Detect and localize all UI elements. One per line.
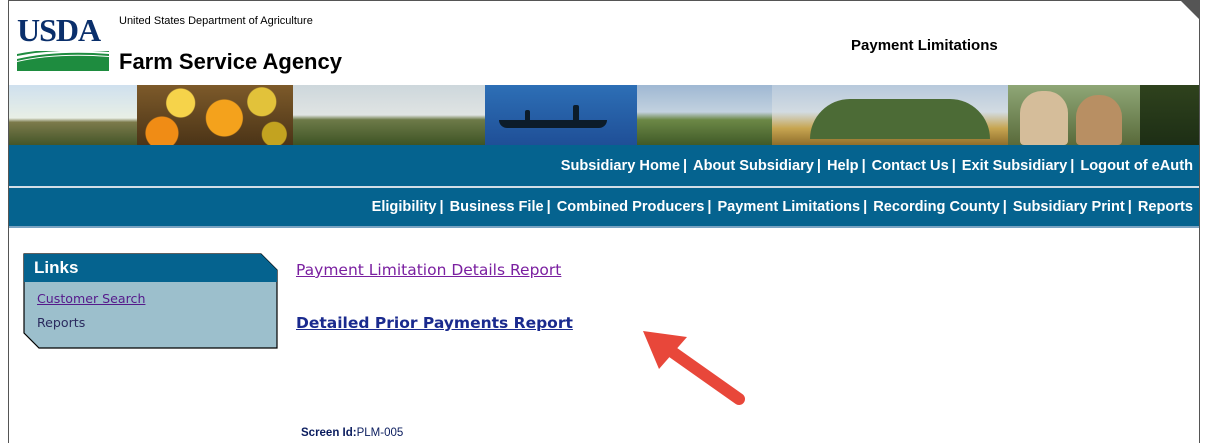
banner-forest-image <box>293 85 485 145</box>
page-frame: USDA United States Department of Agricul… <box>8 0 1200 443</box>
nav-payment-limitations[interactable]: Payment Limitations <box>714 199 863 215</box>
nav-separator: | <box>1002 199 1007 215</box>
nav-eligibility[interactable]: Eligibility <box>369 199 440 215</box>
banner-hill-image <box>772 85 1008 145</box>
usda-logo[interactable]: USDA <box>17 13 109 71</box>
banner-fruit-image <box>137 85 293 145</box>
banner-farmers-image <box>1008 85 1140 145</box>
agency-name: Farm Service Agency <box>119 49 342 74</box>
customer-search-link[interactable]: Customer Search <box>37 291 145 306</box>
nav-separator: | <box>439 199 444 215</box>
banner-canoe-image <box>485 85 637 145</box>
nav-separator: | <box>816 157 821 174</box>
banner-trees-image <box>1140 85 1199 145</box>
nav-bottom-border <box>9 226 1199 228</box>
payment-limitation-details-report-link[interactable]: Payment Limitation Details Report <box>296 261 561 279</box>
nav-combined-producers[interactable]: Combined Producers <box>554 199 708 215</box>
nav-exit-subsidiary[interactable]: Exit Subsidiary <box>959 158 1070 174</box>
nav-recording-county[interactable]: Recording County <box>870 199 1002 215</box>
nav-contact-us[interactable]: Contact Us <box>869 158 952 174</box>
nav-separator: | <box>1070 157 1075 174</box>
links-title: Links <box>34 258 79 277</box>
nav-reports[interactable]: Reports <box>1135 199 1199 215</box>
photo-banner <box>9 85 1199 145</box>
department-name: United States Department of Agriculture <box>119 15 313 27</box>
nav-about-subsidiary[interactable]: About Subsidiary <box>690 158 817 174</box>
nav-business-file[interactable]: Business File <box>447 199 547 215</box>
banner-field-image <box>637 85 772 145</box>
banner-landscape-image <box>9 85 137 145</box>
nav-separator: | <box>1127 199 1132 215</box>
nav-separator: | <box>546 199 551 215</box>
nav-help[interactable]: Help <box>824 158 862 174</box>
usda-swoosh-icon <box>17 51 109 71</box>
annotation-arrow-icon <box>643 331 745 405</box>
main-nav: Eligibility | Business File | Combined Pro… <box>9 188 1199 226</box>
header: USDA United States Department of Agricul… <box>9 1 1199 85</box>
nav-subsidiary-print[interactable]: Subsidiary Print <box>1010 199 1128 215</box>
nav-separator: | <box>863 199 868 215</box>
reports-link[interactable]: Reports <box>37 315 85 330</box>
nav-separator: | <box>951 157 956 174</box>
screen-id: Screen Id:PLM-005 <box>301 427 403 439</box>
screen-id-value: PLM-005 <box>356 427 404 439</box>
detailed-prior-payments-report-link[interactable]: Detailed Prior Payments Report <box>296 314 573 332</box>
nav-separator: | <box>682 157 688 174</box>
utility-nav: Subsidiary Home | About Subsidiary | Help |… <box>9 145 1199 186</box>
nav-logout-eauth[interactable]: Logout of eAuth <box>1077 158 1199 174</box>
page-title: Payment Limitations <box>851 37 998 54</box>
nav-subsidiary-home[interactable]: Subsidiary Home <box>558 158 683 174</box>
screen-id-label: Screen Id: <box>301 427 357 439</box>
links-panel: Links Customer Search Reports <box>23 253 278 349</box>
nav-separator: | <box>861 157 866 174</box>
usda-logo-text: USDA <box>17 12 101 48</box>
nav-separator: | <box>707 199 712 215</box>
